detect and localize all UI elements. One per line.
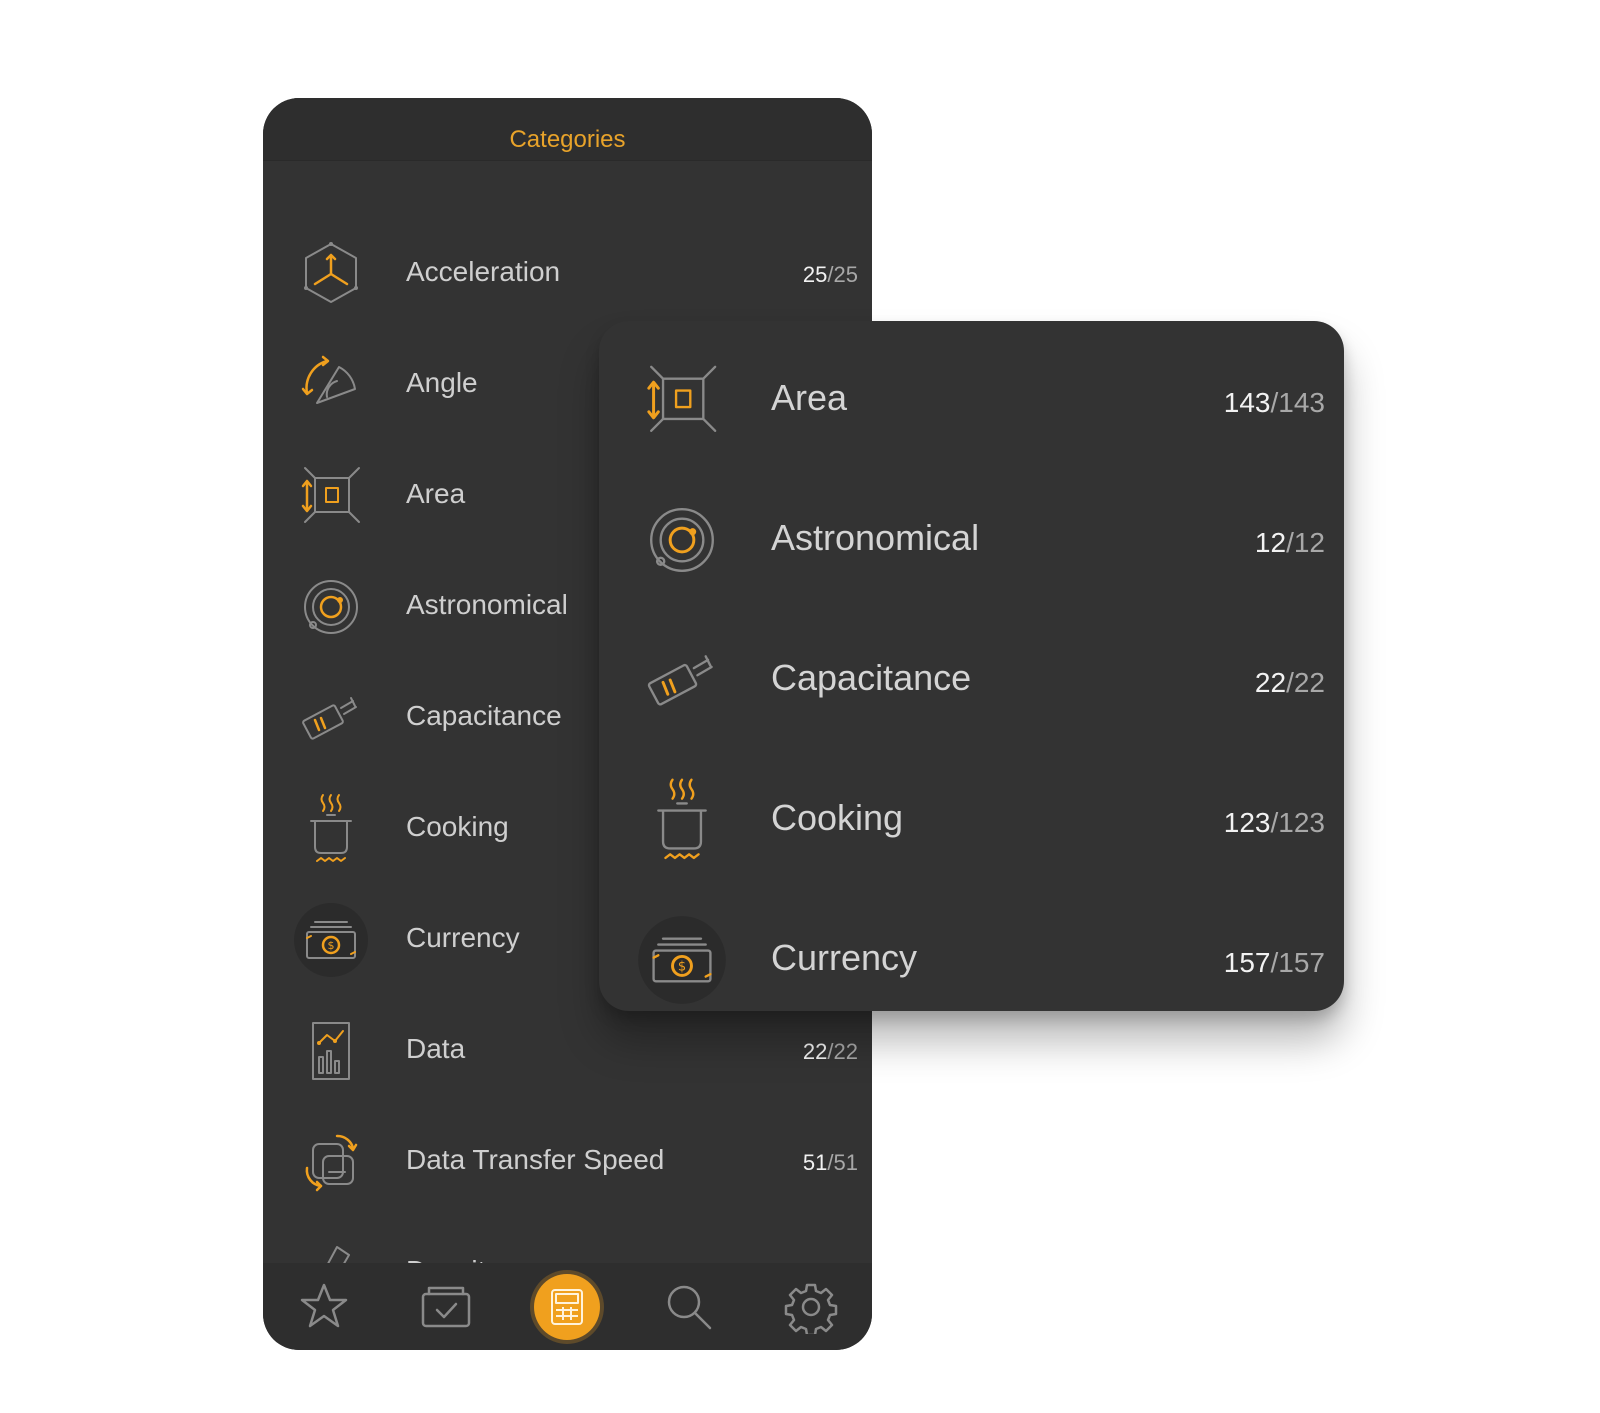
acceleration-icon bbox=[293, 236, 369, 312]
header: Categories bbox=[263, 98, 872, 161]
category-label: Cooking bbox=[771, 797, 904, 838]
category-label: Cooking bbox=[406, 811, 509, 842]
category-label: Area bbox=[406, 478, 466, 509]
svg-text:$: $ bbox=[678, 960, 686, 975]
tab-history[interactable] bbox=[413, 1274, 479, 1340]
category-label: Currency bbox=[771, 937, 918, 978]
astronomical-icon bbox=[293, 569, 369, 645]
category-label: Capacitance bbox=[406, 700, 562, 731]
search-icon bbox=[668, 1285, 712, 1329]
area-icon bbox=[293, 458, 369, 534]
tab-settings[interactable] bbox=[778, 1274, 844, 1340]
zoomed-detail-card: Area 143/143 Astronomical 12/12 Capacita… bbox=[599, 321, 1344, 1011]
data-transfer-speed-icon bbox=[293, 1124, 369, 1200]
star-icon bbox=[300, 1283, 348, 1327]
item-count: 157/157 bbox=[1223, 947, 1325, 978]
category-label: Data Transfer Speed bbox=[406, 1144, 665, 1175]
tab-favorites[interactable] bbox=[291, 1274, 357, 1340]
calculator-icon bbox=[551, 1288, 584, 1325]
capacitance-icon bbox=[293, 680, 369, 756]
category-label: Area bbox=[771, 377, 848, 418]
zoom-row-astronomical[interactable]: Astronomical 12/12 bbox=[599, 467, 1344, 607]
category-label: Angle bbox=[406, 367, 478, 398]
category-label: Data bbox=[406, 1033, 466, 1064]
zoom-row-capacitance[interactable]: Capacitance 22/22 bbox=[599, 607, 1344, 747]
svg-text:$: $ bbox=[328, 939, 335, 952]
item-count: 123/123 bbox=[1223, 807, 1325, 838]
zoom-row-cooking[interactable]: Cooking 123/123 bbox=[599, 747, 1344, 887]
item-count: 12/12 bbox=[1254, 527, 1325, 558]
zoom-row-currency[interactable]: $ Currency 157/157 bbox=[599, 887, 1344, 1027]
zoom-row-area[interactable]: Area 143/143 bbox=[599, 327, 1344, 467]
capacitance-icon bbox=[637, 635, 727, 725]
category-label: Capacitance bbox=[771, 657, 972, 698]
item-count: 22/22 bbox=[1254, 667, 1325, 698]
checked-folder-icon bbox=[421, 1286, 470, 1327]
tab-categories[interactable] bbox=[534, 1273, 601, 1340]
item-count: 22/22 bbox=[802, 1039, 858, 1064]
category-row-acceleration[interactable]: Acceleration 25/25 bbox=[263, 216, 872, 330]
currency-icon: $ bbox=[637, 915, 727, 1005]
page-title: Categories bbox=[509, 126, 626, 153]
item-count: 143/143 bbox=[1223, 387, 1325, 418]
category-row-data-transfer-speed[interactable]: Data Transfer Speed 51/51 bbox=[263, 1104, 872, 1218]
data-icon bbox=[293, 1013, 369, 1089]
category-label: Astronomical bbox=[406, 589, 568, 620]
currency-icon: $ bbox=[293, 902, 369, 978]
category-label: Astronomical bbox=[771, 517, 980, 558]
angle-icon bbox=[293, 347, 369, 423]
item-count: 25/25 bbox=[802, 262, 858, 287]
bottom-tab-bar bbox=[263, 1263, 872, 1350]
category-label: Currency bbox=[406, 922, 520, 953]
area-icon bbox=[637, 355, 727, 445]
cooking-icon bbox=[637, 775, 727, 865]
tab-search[interactable] bbox=[656, 1274, 722, 1340]
item-count: 51/51 bbox=[802, 1150, 858, 1175]
cooking-icon bbox=[293, 791, 369, 867]
category-label: Acceleration bbox=[406, 256, 561, 287]
gear-icon bbox=[784, 1283, 838, 1334]
astronomical-icon bbox=[637, 495, 727, 585]
